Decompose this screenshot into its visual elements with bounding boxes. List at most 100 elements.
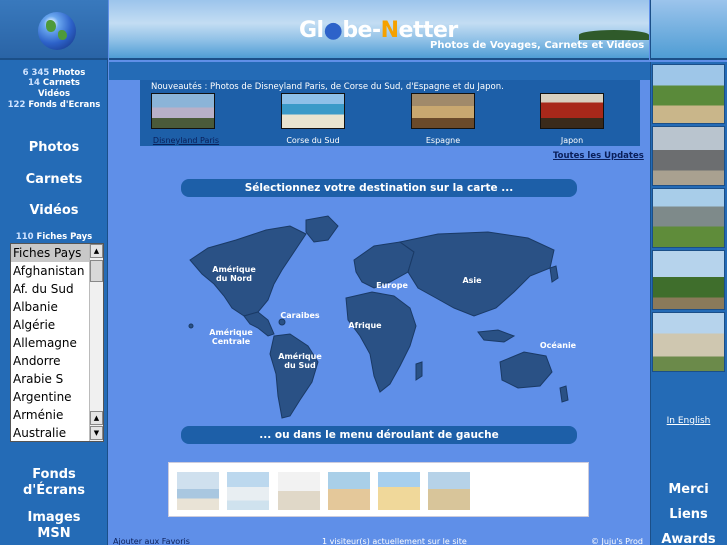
photo-gallery-strip bbox=[168, 462, 589, 517]
update-thumb-corse[interactable] bbox=[281, 93, 345, 129]
select-destination-title: Sélectionnez votre destination sur la ca… bbox=[181, 179, 577, 197]
nav-liens[interactable]: Liens bbox=[650, 507, 727, 522]
list-item[interactable]: Fiches Pays bbox=[11, 244, 89, 262]
scroll-up-icon[interactable]: ▲ bbox=[90, 411, 103, 425]
list-item[interactable]: Arabie S bbox=[11, 370, 89, 388]
all-updates-link[interactable]: Toutes les Updates bbox=[553, 151, 644, 161]
region-asia bbox=[398, 231, 555, 317]
header-banner: Gl●be-Netter Photos de Voyages, Carnets … bbox=[109, 0, 649, 60]
stat-photos[interactable]: 6 345 Photos bbox=[0, 68, 108, 78]
region-oceania bbox=[499, 351, 553, 389]
nav-merci[interactable]: Merci bbox=[650, 482, 727, 497]
list-item[interactable]: Afghanistan bbox=[11, 262, 89, 280]
amc-line2: Centrale bbox=[211, 337, 251, 346]
list-scrollbar[interactable]: ▲ ▲ ▼ bbox=[89, 244, 103, 441]
stat-photos-count: 6 345 bbox=[22, 68, 50, 78]
list-item[interactable]: Algérie bbox=[11, 316, 89, 334]
nav-images-line2: MSN bbox=[37, 526, 71, 541]
nav-fonds-ecrans[interactable]: Fonds d'Écrans bbox=[0, 467, 108, 499]
side-photo-mont-saint-michel[interactable] bbox=[652, 188, 725, 248]
update-caption-japon[interactable]: Japon bbox=[527, 136, 617, 145]
scroll-up-icon[interactable]: ▲ bbox=[90, 244, 103, 258]
globe-icon[interactable] bbox=[38, 12, 76, 50]
map-label-africa[interactable]: Afrique bbox=[342, 321, 388, 330]
nav-photos[interactable]: Photos bbox=[0, 140, 108, 155]
update-caption-espagne[interactable]: Espagne bbox=[398, 136, 488, 145]
side-photo-chateau[interactable] bbox=[652, 312, 725, 372]
in-english-link[interactable]: In English bbox=[650, 416, 727, 426]
gallery-photo[interactable] bbox=[328, 472, 370, 510]
stat-videos-label: Vidéos bbox=[37, 89, 71, 99]
nav-fonds-line2: d'Écrans bbox=[22, 483, 86, 498]
add-favorites-link[interactable]: Ajouter aux Favoris bbox=[113, 537, 190, 545]
gallery-photo[interactable] bbox=[227, 472, 269, 510]
region-south-america bbox=[269, 333, 319, 419]
region-africa bbox=[345, 291, 417, 393]
stat-fonds-count: 122 bbox=[7, 100, 26, 110]
list-item[interactable]: Af. du Sud bbox=[11, 280, 89, 298]
logo-globe-o: ● bbox=[323, 18, 343, 43]
region-japan bbox=[549, 265, 559, 283]
world-map[interactable] bbox=[178, 212, 583, 422]
stat-fonds[interactable]: 122 Fonds d'Ecrans bbox=[0, 100, 108, 110]
list-item[interactable]: Arménie bbox=[11, 406, 89, 424]
logo-part3: N bbox=[380, 18, 399, 43]
nav-fonds-line1: Fonds bbox=[32, 467, 76, 482]
visitor-counter: 1 visiteur(s) actuellement sur le site bbox=[322, 537, 467, 545]
updates-top-bar bbox=[109, 62, 650, 80]
update-caption-corse[interactable]: Corse du Sud bbox=[268, 136, 358, 145]
side-photo-monument[interactable] bbox=[652, 126, 725, 186]
logo-part1: Gl bbox=[299, 18, 324, 43]
map-label-central-america[interactable]: Amérique Centrale bbox=[204, 328, 258, 346]
update-caption-disneyland[interactable]: Disneyland Paris bbox=[141, 136, 231, 145]
nav-images-line1: Images bbox=[27, 510, 81, 525]
fiches-pays-count: 110 Fiches Pays bbox=[0, 232, 108, 242]
nav-awards[interactable]: Awards bbox=[650, 532, 727, 545]
update-thumb-espagne[interactable] bbox=[411, 93, 475, 129]
stat-videos[interactable]: Vidéos bbox=[0, 89, 108, 99]
stat-carnets-count: 14 bbox=[28, 78, 40, 88]
region-greenland bbox=[305, 215, 339, 243]
update-thumb-japon[interactable] bbox=[540, 93, 604, 129]
map-label-caribbean[interactable]: Caraibes bbox=[277, 311, 323, 320]
map-label-north-america[interactable]: Amérique du Nord bbox=[210, 265, 258, 283]
map-label-europe[interactable]: Europe bbox=[370, 281, 414, 290]
amn-line2: du Nord bbox=[215, 274, 253, 283]
nav-images-msn[interactable]: Images MSN bbox=[0, 510, 108, 542]
stat-carnets[interactable]: 14 Carnets bbox=[0, 78, 108, 88]
site-tagline: Photos de Voyages, Carnets et Vidéos bbox=[430, 40, 645, 51]
list-item[interactable]: Allemagne bbox=[11, 334, 89, 352]
logo-cell bbox=[0, 0, 108, 60]
gallery-photo[interactable] bbox=[378, 472, 420, 510]
fiches-count: 110 bbox=[15, 232, 34, 242]
map-label-asia[interactable]: Asie bbox=[452, 276, 492, 285]
list-item[interactable]: Andorre bbox=[11, 352, 89, 370]
list-item[interactable]: Australie bbox=[11, 424, 89, 441]
nav-videos[interactable]: Vidéos bbox=[0, 203, 108, 218]
stat-carnets-label: Carnets bbox=[42, 78, 80, 88]
ams-line1: Amérique bbox=[278, 352, 322, 361]
country-select-list[interactable]: Fiches Pays Afghanistan Af. du Sud Alban… bbox=[10, 243, 104, 442]
scrollbar-thumb[interactable] bbox=[90, 260, 103, 282]
logo-part2: be- bbox=[342, 18, 381, 43]
site-credit: © Juju's Prod bbox=[591, 537, 643, 545]
scroll-down-icon[interactable]: ▼ bbox=[90, 426, 103, 440]
gallery-photo[interactable] bbox=[428, 472, 470, 510]
menu-destination-title: ... ou dans le menu déroulant de gauche bbox=[181, 426, 577, 444]
map-label-oceania[interactable]: Océanie bbox=[534, 341, 582, 350]
list-item[interactable]: Albanie bbox=[11, 298, 89, 316]
gallery-photo[interactable] bbox=[177, 472, 219, 510]
update-thumb-disneyland[interactable] bbox=[151, 93, 215, 129]
gallery-photo[interactable] bbox=[278, 472, 320, 510]
nav-carnets[interactable]: Carnets bbox=[0, 172, 108, 187]
stat-fonds-label: Fonds d'Ecrans bbox=[28, 100, 101, 110]
header-right-cell bbox=[650, 0, 727, 60]
side-photo-forest[interactable] bbox=[652, 250, 725, 310]
map-label-south-america[interactable]: Amérique du Sud bbox=[276, 352, 324, 370]
amc-line1: Amérique bbox=[209, 328, 253, 337]
amn-line1: Amérique bbox=[212, 265, 256, 274]
region-madagascar bbox=[415, 361, 423, 381]
list-item[interactable]: Argentine bbox=[11, 388, 89, 406]
side-photo-gardens[interactable] bbox=[652, 64, 725, 124]
stat-photos-label: Photos bbox=[52, 68, 86, 78]
